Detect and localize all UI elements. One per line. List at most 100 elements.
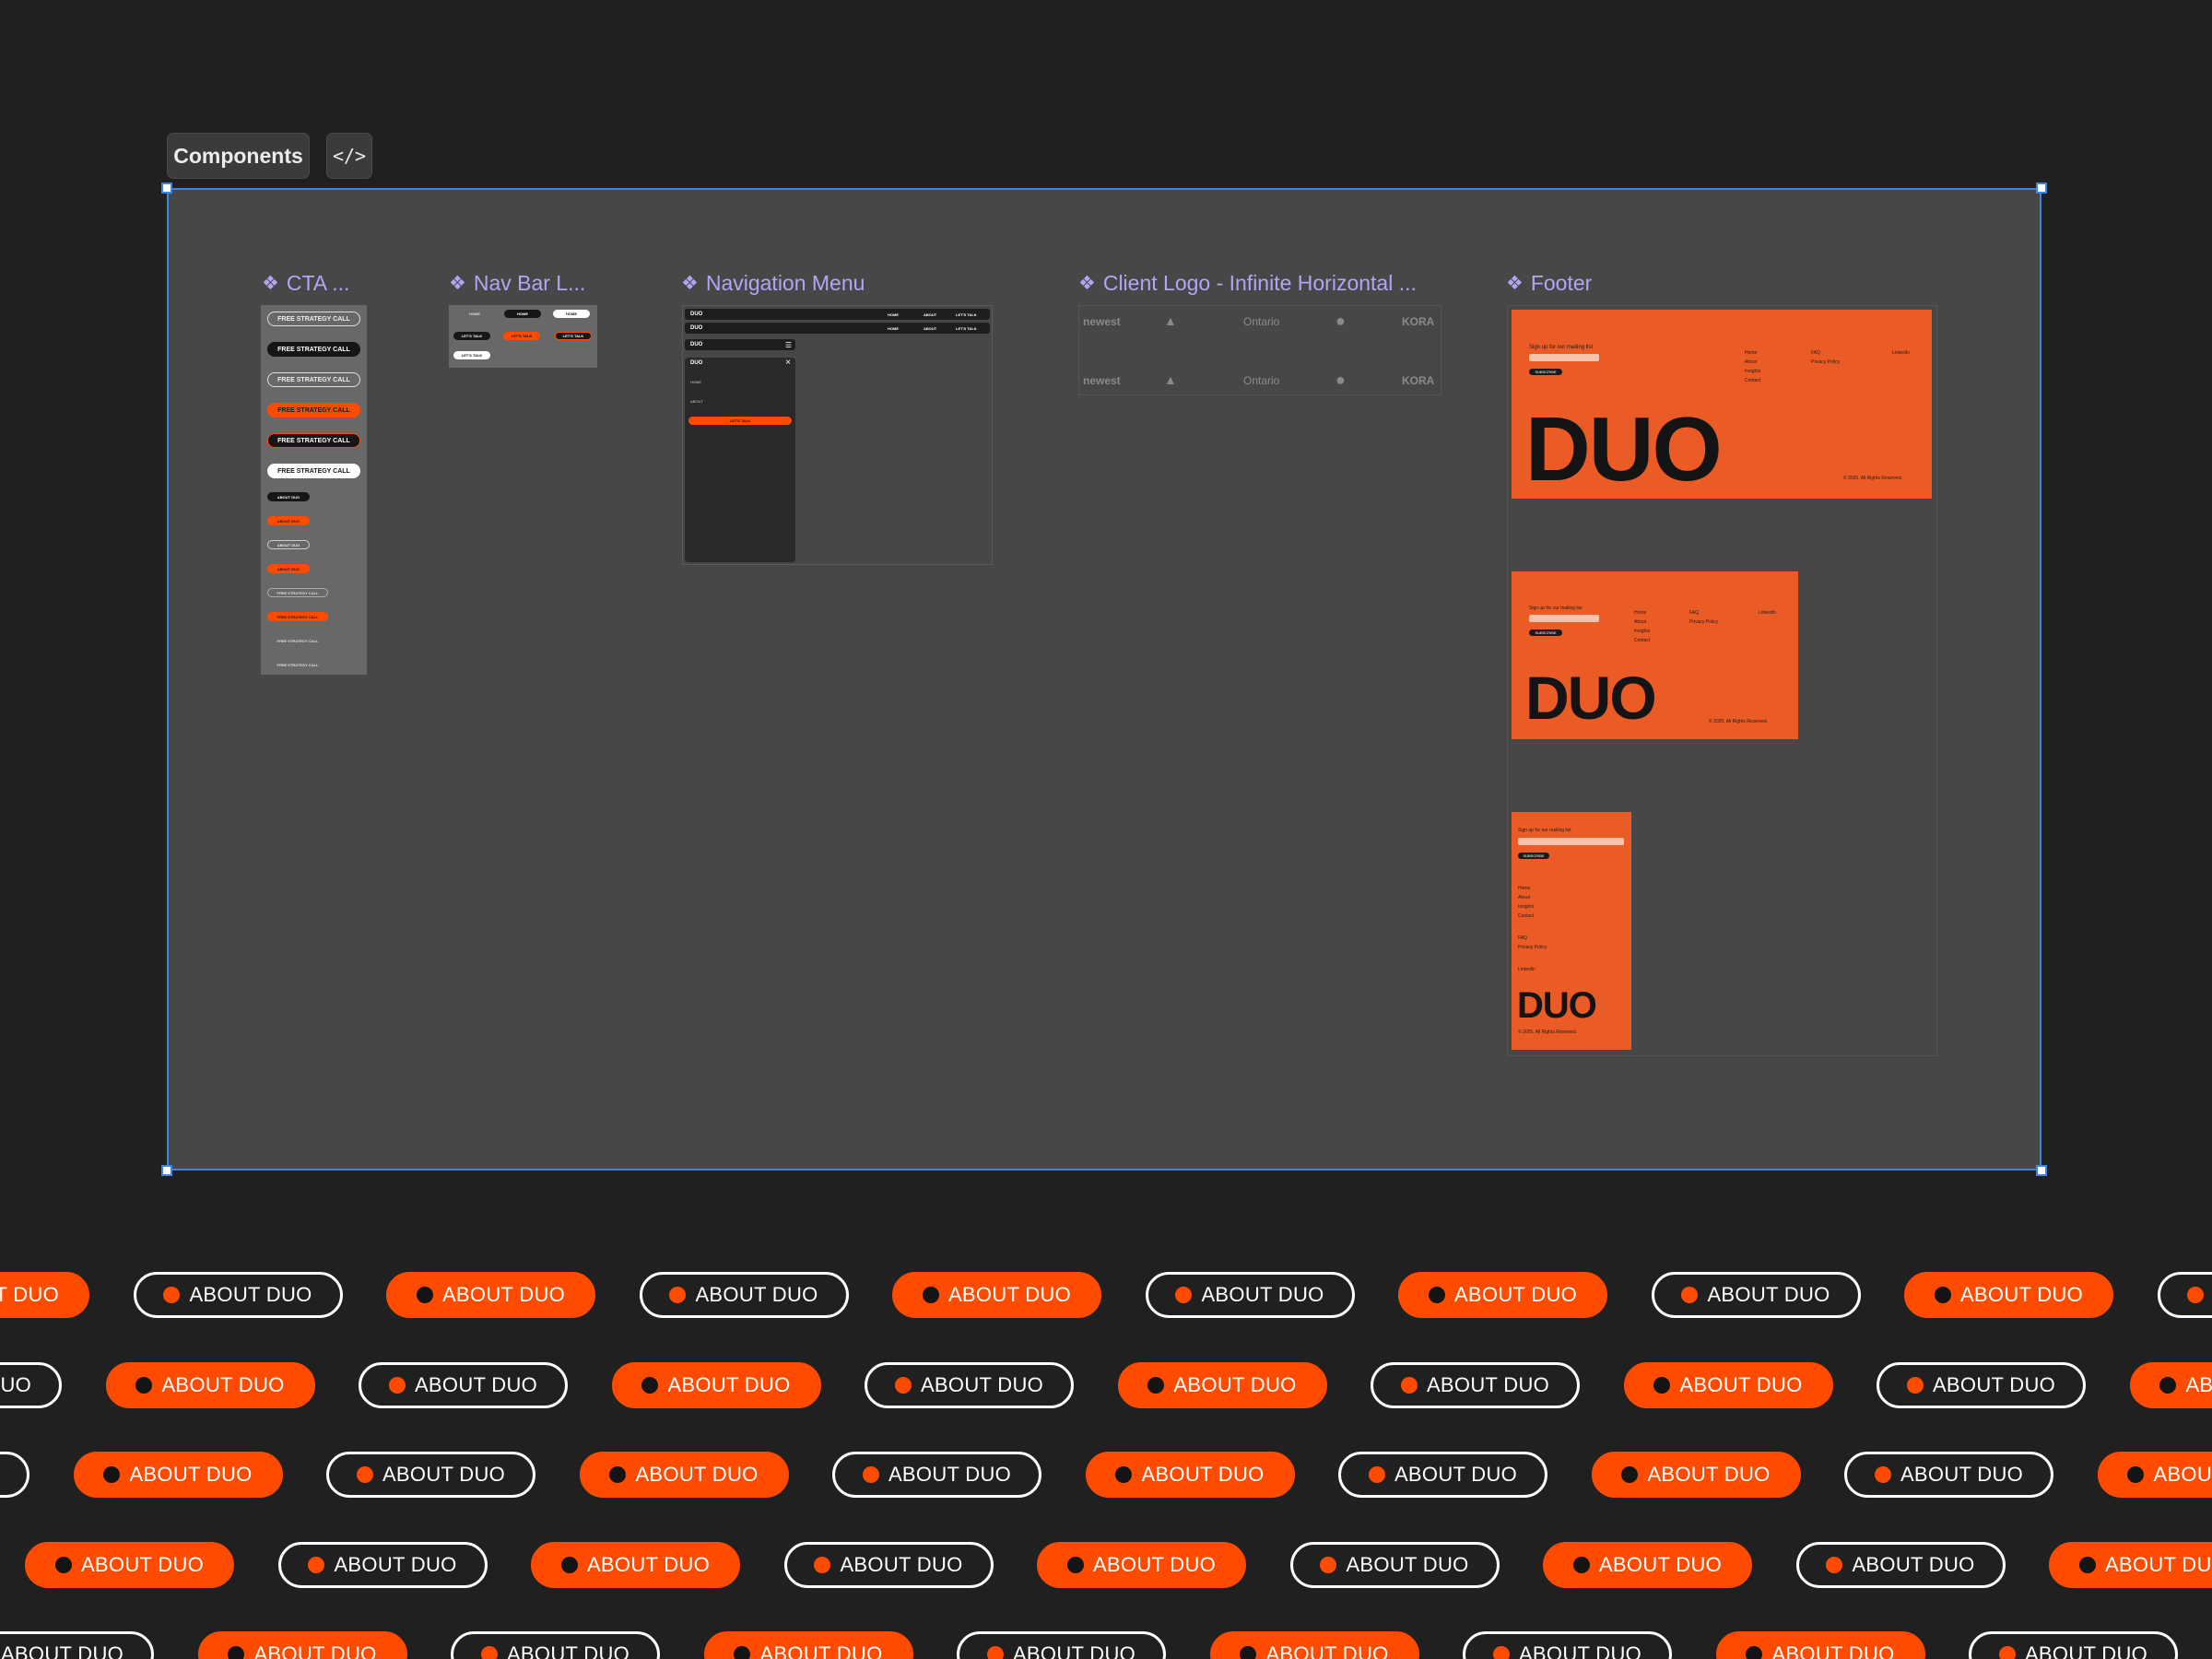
footer-menu-insights[interactable]: Insights	[1518, 904, 1534, 910]
mobile-menu-about[interactable]: ABOUT	[690, 399, 703, 404]
footer-faq[interactable]: FAQ	[1689, 610, 1699, 616]
about-duo-pill[interactable]: ABOUT DUO	[1145, 1272, 1355, 1318]
about-duo-pill[interactable]: ABOUT DUO	[639, 1272, 849, 1318]
about-duo-pill[interactable]: ABOUT DUO	[1969, 1631, 2178, 1659]
footer-privacy[interactable]: Privacy Policy	[1811, 359, 1840, 365]
footer-subscribe-button[interactable]: SUBSCRIBE	[1529, 629, 1562, 636]
navbar-cta[interactable]: LET'S TALK	[956, 312, 977, 317]
cta-variant-small[interactable]: FREE STRATEGY CALL	[267, 636, 328, 645]
about-duo-pill[interactable]: ABOUT DUO	[1289, 1542, 1500, 1588]
footer-menu-insights[interactable]: Insights	[1634, 629, 1650, 634]
about-duo-pill[interactable]: ABOUT DUO	[1338, 1452, 1547, 1498]
component-label-client-logo[interactable]: ❖ Client Logo - Infinite Horizontal ...	[1078, 271, 1417, 296]
about-duo-pill[interactable]: ABOUT DUO	[1877, 1362, 2086, 1408]
navbar-cta-variant[interactable]: LET'S TALK	[503, 332, 540, 340]
footer-menu-about[interactable]: About	[1634, 619, 1646, 625]
about-duo-pill[interactable]: ABOUT DUO	[277, 1542, 488, 1588]
footer-linkedin[interactable]: LinkedIn	[1518, 967, 1535, 972]
about-duo-pill[interactable]: ABOUT DUO	[0, 1452, 29, 1498]
about-duo-pill[interactable]: ABOUT DUO	[1398, 1272, 1607, 1318]
about-duo-pill[interactable]: ABOUT DUO	[0, 1272, 89, 1318]
navbar-about-link[interactable]: ABOUT	[924, 312, 936, 317]
about-duo-pill[interactable]: ABOUT DUO	[1715, 1631, 1925, 1659]
footer-menu-contact[interactable]: Contact	[1518, 913, 1534, 919]
about-duo-pill[interactable]: ABOUT DUO	[386, 1272, 595, 1318]
about-duo-pill[interactable]: ABOUT DUO	[865, 1362, 1074, 1408]
navbar-home-link[interactable]: HOME	[888, 312, 899, 317]
about-duo-pill[interactable]: ABOUT DUO	[1117, 1362, 1327, 1408]
about-duo-pill[interactable]: ABOUT DUO	[2157, 1272, 2212, 1318]
footer-menu-insights[interactable]: Insights	[1745, 369, 1760, 374]
cta-variant-small[interactable]: FREE STRATEGY CALL	[267, 588, 328, 597]
about-duo-pill[interactable]: ABOUT DUO	[1209, 1631, 1419, 1659]
about-duo-pill[interactable]: ABOUT DUO	[1844, 1452, 2053, 1498]
close-icon[interactable]: ×	[785, 358, 791, 368]
about-duo-pill[interactable]: ABOUT DUO	[579, 1452, 789, 1498]
footer-mobile[interactable]: Sign up for our mailing list SUBSCRIBE H…	[1512, 812, 1631, 1050]
mobile-menu-cta[interactable]: LET'S TALK	[688, 417, 792, 425]
about-duo-pill[interactable]: ABOUT DUO	[73, 1452, 283, 1498]
about-duo-pill[interactable]: ABOUT DUO	[0, 1631, 154, 1659]
cta-variant[interactable]: FREE STRATEGY CALL	[267, 372, 360, 387]
client-logo-component[interactable]: newest ▲ Ontario ● KORA newest ▲ Ontario…	[1078, 305, 1441, 395]
about-duo-pill[interactable]: ABOUT DUO	[1591, 1452, 1801, 1498]
navbar-link-variant[interactable]: HOME	[553, 310, 590, 318]
cta-variant[interactable]: FREE STRATEGY CALL	[267, 312, 360, 326]
component-label-navbar[interactable]: ❖ Nav Bar L...	[449, 271, 585, 296]
about-duo-pill[interactable]: ABOUT DUO	[531, 1542, 740, 1588]
navbar-cta-variant[interactable]: LET'S TALK	[453, 351, 490, 359]
footer-email-input[interactable]	[1529, 354, 1599, 361]
about-duo-pill[interactable]: ABOUT DUO	[359, 1362, 568, 1408]
footer-linkedin[interactable]: LinkedIn	[1892, 350, 1910, 356]
footer-menu-contact[interactable]: Contact	[1634, 638, 1650, 643]
about-duo-pill[interactable]: ABOUT DUO	[197, 1631, 407, 1659]
about-duo-pill[interactable]: ABOUT DUO	[1795, 1542, 2006, 1588]
about-duo-pill[interactable]: ABOUT DUO	[892, 1272, 1101, 1318]
cta-component[interactable]: FREE STRATEGY CALL FREE STRATEGY CALL FR…	[261, 305, 367, 675]
about-duo-pill[interactable]: ABOUT DUO	[1085, 1452, 1295, 1498]
cta-variant[interactable]: FREE STRATEGY CALL	[267, 342, 360, 357]
cta-variant-small[interactable]: ABOUT DUO	[267, 492, 310, 501]
about-duo-pill[interactable]: ABOUT DUO	[25, 1542, 234, 1588]
navbar-mobile[interactable]: DUO ☰	[685, 339, 795, 350]
about-duo-pill[interactable]: ABOUT DUO	[1904, 1272, 2113, 1318]
mobile-menu-open[interactable]: DUO × HOME ABOUT LET'S TALK	[685, 358, 795, 562]
footer-privacy[interactable]: Privacy Policy	[1518, 945, 1547, 950]
about-duo-pill[interactable]: ABOUT DUO	[105, 1362, 315, 1408]
about-duo-pill[interactable]: ABOUT DUO	[1371, 1362, 1580, 1408]
footer-subscribe-button[interactable]: SUBSCRIBE	[1518, 853, 1549, 859]
navbar-link-variant[interactable]: HOME	[456, 310, 493, 318]
footer-privacy[interactable]: Privacy Policy	[1689, 619, 1718, 625]
component-label-navigation-menu[interactable]: ❖ Navigation Menu	[681, 271, 865, 296]
code-icon-button[interactable]: </>	[326, 133, 372, 179]
footer-desktop[interactable]: Sign up for our mailing list SUBSCRIBE H…	[1512, 310, 1932, 499]
cta-variant-small[interactable]: FREE STRATEGY CALL	[267, 660, 328, 669]
footer-menu-about[interactable]: About	[1745, 359, 1757, 365]
footer-linkedin[interactable]: LinkedIn	[1759, 610, 1776, 616]
about-duo-pill[interactable]: ABOUT DUO	[783, 1542, 994, 1588]
component-label-footer[interactable]: ❖ Footer	[1506, 271, 1592, 296]
footer-menu-contact[interactable]: Contact	[1745, 378, 1760, 383]
about-duo-pill[interactable]: ABOUT DUO	[1623, 1362, 1833, 1408]
cta-variant-small[interactable]: ABOUT DUO	[267, 516, 310, 525]
cta-variant-small[interactable]: ABOUT DUO	[267, 540, 310, 549]
about-duo-pill[interactable]: ABOUT DUO	[2129, 1362, 2212, 1408]
navbar-link-component[interactable]: HOME HOME HOME LET'S TALK LET'S TALK LET…	[449, 305, 597, 368]
about-duo-pill[interactable]: ABOUT DUO	[2049, 1542, 2212, 1588]
about-duo-pill[interactable]: ABOUT DUO	[451, 1631, 660, 1659]
about-duo-pill[interactable]: ABOUT DUO	[1543, 1542, 1752, 1588]
cta-variant[interactable]: FREE STRATEGY CALL	[267, 433, 360, 448]
navbar-cta-variant[interactable]: LET'S TALK	[453, 332, 490, 340]
footer-menu-home[interactable]: Home	[1518, 886, 1530, 891]
components-tab[interactable]: Components	[167, 133, 310, 179]
about-duo-pill[interactable]: ABOUT DUO	[0, 1362, 62, 1408]
about-duo-pill[interactable]: ABOUT DUO	[611, 1362, 821, 1408]
navbar-about-link[interactable]: ABOUT	[924, 326, 936, 331]
about-duo-pill[interactable]: ABOUT DUO	[2097, 1452, 2212, 1498]
navbar-link-variant[interactable]: HOME	[504, 310, 541, 318]
about-duo-pill[interactable]: ABOUT DUO	[832, 1452, 1041, 1498]
mobile-menu-home[interactable]: HOME	[690, 380, 701, 384]
about-duo-pill[interactable]: ABOUT DUO	[133, 1272, 343, 1318]
about-duo-pill[interactable]: ABOUT DUO	[1651, 1272, 1861, 1318]
cta-variant[interactable]: FREE STRATEGY CALL	[267, 403, 360, 418]
